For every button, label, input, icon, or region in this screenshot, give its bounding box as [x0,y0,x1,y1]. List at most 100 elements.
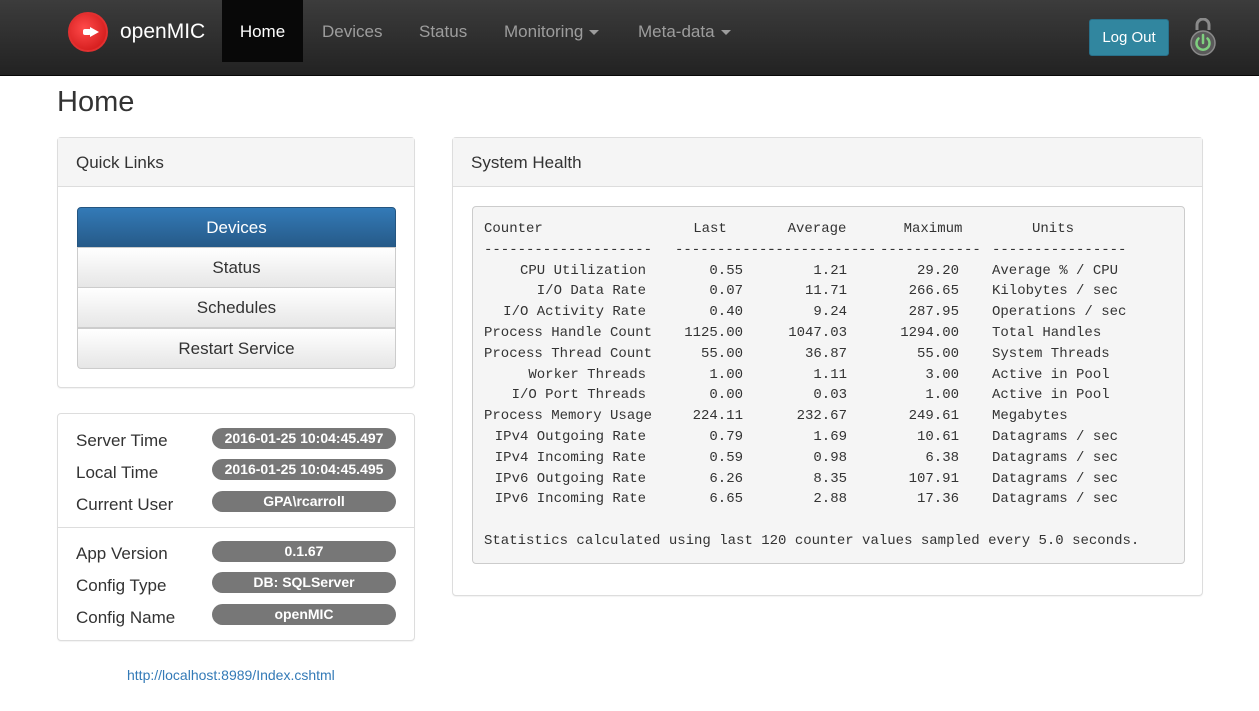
nav-home[interactable]: Home [222,0,303,62]
stats-value-cell: Average % / CPU [992,262,1119,279]
app-version-label: App Version [76,544,168,563]
stats-value-cell: 8.35 [813,470,847,487]
stats-value-cell: 17.36 [916,491,959,508]
app-version-badge: 0.1.67 [212,541,396,562]
stats-value-cell: Kilobytes / sec [992,283,1119,300]
nav-devices[interactable]: Devices [322,0,382,62]
config-type-label: Config Type [76,576,167,595]
stats-value-cell: 1.21 [813,262,847,279]
stats-header-cell: Last [693,221,727,237]
config-name-badge: openMIC [212,604,396,625]
stats-value-cell: 0.79 [709,429,743,445]
stats-header-cell: Counter [484,221,543,237]
stats-value-cell: Active in Pool [992,366,1110,383]
stats-counter-name: IPv4 Outgoing Rate [494,429,646,445]
quick-link-schedules-button[interactable]: Schedules [77,287,396,328]
stats-value-cell: 0.03 [813,387,847,404]
stats-value-cell: 9.24 [813,304,847,321]
stats-counter-name: Process Handle Count [484,325,653,341]
caret-down-icon [720,30,731,36]
nav-status[interactable]: Status [419,0,467,62]
stats-value-cell: 0.40 [709,304,743,321]
stats-counter-name: I/O Port Threads [511,387,646,404]
page-title: Home [57,86,135,118]
stats-value-cell: 1.11 [813,366,847,383]
stats-value-cell: 0.55 [709,262,743,279]
stats-value-cell: 55.00 [700,345,743,362]
stats-value-cell: Datagrams / sec [992,429,1119,445]
stats-value-cell: 11.71 [804,283,847,300]
caret-down-icon [589,30,600,36]
power-icon[interactable] [1188,18,1218,58]
stats-header-cell: Maximum [903,221,963,237]
system-health-stats: Counter Last Average Maximum Units ----------… [472,206,1185,564]
config-name-label: Config Name [76,608,176,627]
current-user-label: Current User [76,495,174,514]
server-time-badge: 2016-01-25 10:04:45.497 [212,428,396,449]
stats-value-cell: 1.00 [709,366,743,383]
stats-value-cell: 1.00 [925,387,959,404]
stats-value-cell: 10.61 [916,429,959,445]
quick-links-panel: Quick Links Devices Status Schedules Res… [57,137,415,388]
stats-value-cell: 0.00 [709,387,743,404]
stats-value-cell: 1.69 [813,429,847,445]
stats-separator: -------------------- [484,241,653,258]
stats-value-cell: 224.11 [692,408,743,425]
footer-url-link[interactable]: http://localhost:8989/Index.cshtml [127,667,335,683]
server-time-label: Server Time [76,431,168,450]
stats-counter-name: I/O Data Rate [536,283,646,300]
stats-value-cell: Megabytes [992,408,1068,425]
brand-name: openMIC [120,20,206,43]
quick-link-devices-button[interactable]: Devices [77,207,396,248]
stats-header-cell: Average [787,221,847,237]
stats-value-cell: 232.67 [796,408,847,425]
stats-value-cell: 266.65 [908,283,959,300]
nav-monitoring[interactable]: Monitoring [504,0,600,62]
stats-counter-name: Worker Threads [528,366,646,383]
stats-value-cell: System Threads [992,345,1110,362]
stats-value-cell: 3.00 [925,366,959,383]
stats-value-cell: 6.26 [709,470,743,487]
info-panel: Server Time 2016-01-25 10:04:45.497 Loca… [57,413,415,641]
info-divider [58,527,414,528]
nav-meta-data-label: Meta-data [638,22,715,41]
stats-value-cell: Operations / sec [992,304,1127,321]
stats-value-cell: 1294.00 [900,325,959,341]
stats-value-cell: 55.00 [916,345,959,362]
stats-value-cell: Datagrams / sec [992,449,1119,466]
stats-value-cell: 2.88 [813,491,847,508]
current-user-badge: GPA\rcarroll [212,491,396,512]
stats-value-cell: Active in Pool [992,387,1110,404]
openmic-logo-icon [68,12,108,52]
stats-footnote: Statistics calculated using last 120 cou… [484,533,1140,549]
config-type-badge: DB: SQLServer [212,572,396,593]
stats-counter-name: IPv6 Incoming Rate [494,491,646,508]
quick-link-restart-service-button[interactable]: Restart Service [77,328,396,369]
stats-value-cell: 0.07 [709,283,743,300]
stats-counter-name: Process Thread Count [484,345,653,362]
navbar: openMIC Home Devices Status Monitoring M… [0,0,1259,76]
local-time-label: Local Time [76,463,159,482]
stats-counter-name: CPU Utilization [519,262,646,279]
stats-value-cell: 6.38 [925,449,959,466]
system-health-panel: System Health Counter Last Average Maximum U… [452,137,1203,596]
brand[interactable]: openMIC [68,12,205,52]
stats-value-cell: 1047.03 [788,325,847,341]
stats-value-cell: 36.87 [804,345,847,362]
stats-value-cell: 6.65 [709,491,743,508]
logout-button[interactable]: Log Out [1089,19,1169,56]
stats-counter-name: IPv4 Incoming Rate [494,449,646,466]
stats-header-cell: Units [1031,221,1074,237]
nav-meta-data[interactable]: Meta-data [638,0,731,62]
stats-value-cell: 0.59 [709,449,743,466]
stats-value-cell: 0.98 [813,449,847,466]
stats-value-cell: 1125.00 [684,325,743,341]
stats-value-cell: Total Handles [992,325,1102,341]
stats-counter-name: Process Memory Usage [484,408,653,425]
stats-value-cell: Datagrams / sec [992,470,1119,487]
quick-link-status-button[interactable]: Status [77,247,396,288]
stats-counter-name: I/O Activity Rate [503,304,646,321]
system-health-heading: System Health [453,138,1202,187]
local-time-badge: 2016-01-25 10:04:45.495 [212,459,396,480]
stats-separator: ---------------- [992,241,1127,258]
